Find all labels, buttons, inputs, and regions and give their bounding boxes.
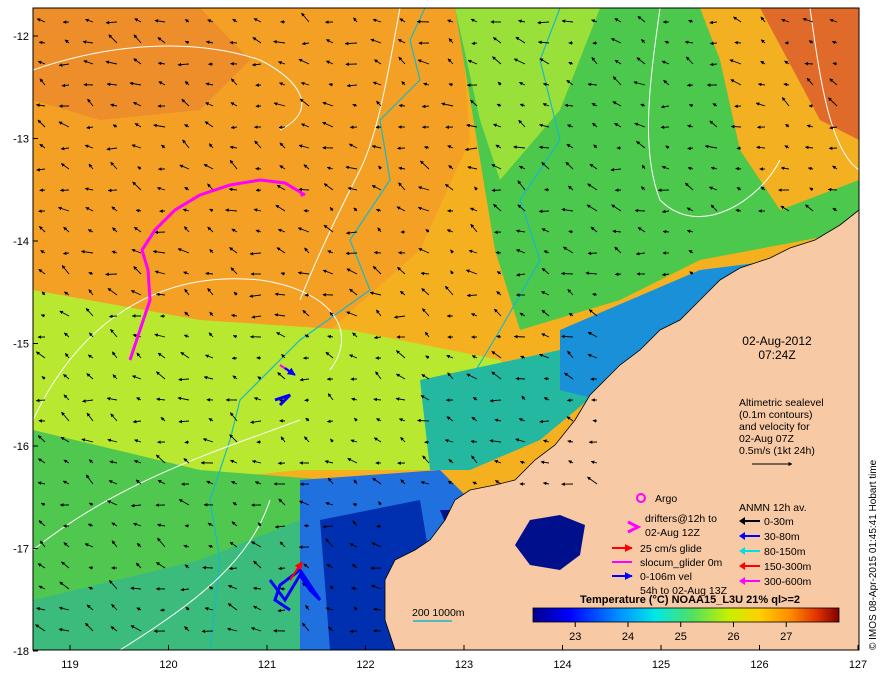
lon-tick-label: 120 [159, 659, 177, 671]
anmn-title: ANMN 12h av. [739, 502, 807, 514]
isobath-label: 200 1000m [412, 607, 465, 619]
glider-vel-line-1: 0-106m vel [640, 571, 692, 583]
anmn-label: 30-80m [764, 531, 800, 543]
credit-label: © IMOS 08-Apr-2015 01:45:41 Hobart time [868, 459, 879, 650]
colorbar [532, 607, 840, 623]
anmn-label: 150-300m [764, 561, 812, 573]
lon-tick-label: 119 [61, 659, 79, 671]
glide-label: 25 cm/s glide [640, 543, 702, 555]
colorbar-title: Temperature (°C) NOAA15_L3U 21% ql>=2 [580, 594, 800, 606]
sst-map: 119 120 121 122 123 124 125 126 127 -12 -13 -14 -15… [13, 7, 879, 671]
colorbar-tick-label: 23 [569, 631, 581, 643]
colorbar-tick-label: 27 [780, 631, 792, 643]
lat-tick-label: -16 [13, 441, 29, 453]
colorbar-tick-label: 25 [675, 631, 687, 643]
lon-tick-label: 121 [258, 659, 276, 671]
drifters-line-2: 02-Aug 12Z [645, 527, 700, 539]
anmn-label: 0-30m [764, 516, 794, 528]
lon-tick-label: 124 [553, 659, 571, 671]
time-label: 07:24Z [758, 348, 795, 362]
lat-tick-label: -14 [13, 236, 29, 248]
lon-tick-label: 122 [356, 659, 374, 671]
altimetry-line-5: 0.5m/s (1kt 24h) [739, 445, 815, 457]
date-label: 02-Aug-2012 [742, 334, 812, 348]
lat-tick-label: -17 [13, 544, 29, 556]
altimetry-line-4: 02-Aug 07Z [739, 433, 794, 445]
lat-tick-label: -12 [13, 31, 29, 43]
anmn-label: 80-150m [764, 546, 806, 558]
lon-tick-label: 125 [652, 659, 670, 671]
lon-tick-label: 127 [849, 659, 867, 671]
drifters-line-1: drifters@12h to [645, 513, 717, 525]
altimetry-line-2: (0.1m contours) [739, 409, 813, 421]
lon-tick-label: 123 [455, 659, 473, 671]
lon-tick-label: 126 [750, 659, 768, 671]
colorbar-tick-label: 24 [622, 631, 634, 643]
lat-tick-label: -15 [13, 339, 29, 351]
argo-label: Argo [655, 493, 677, 505]
altimetry-line-1: Altimetric sealevel [739, 397, 824, 409]
anmn-label: 300-600m [764, 576, 812, 588]
colorbar-tick-label: 26 [727, 631, 739, 643]
altimetry-line-3: and velocity for [739, 421, 810, 433]
lat-tick-label: -13 [13, 134, 29, 146]
lat-tick-label: -18 [13, 646, 29, 658]
glider-surface-label: slocum_glider 0m [640, 557, 723, 569]
